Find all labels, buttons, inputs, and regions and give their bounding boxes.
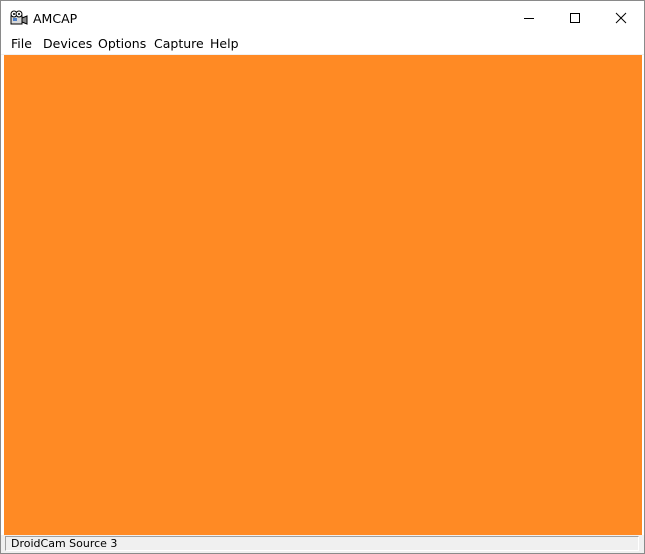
status-bar: DroidCam Source 3: [1, 535, 644, 553]
menu-devices[interactable]: Devices: [43, 36, 92, 52]
status-text: DroidCam Source 3: [11, 537, 118, 550]
video-camera-icon[interactable]: [10, 10, 28, 26]
menu-capture[interactable]: Capture: [154, 36, 204, 52]
minimize-icon: [524, 17, 534, 19]
video-preview[interactable]: [4, 55, 642, 535]
status-panel: DroidCam Source 3: [5, 536, 639, 551]
menu-help[interactable]: Help: [210, 36, 239, 52]
menu-options[interactable]: Options: [98, 36, 146, 52]
menu-file[interactable]: File: [11, 36, 32, 52]
maximize-icon: [570, 12, 580, 23]
amcap-window: AMCAP File Devices Options Capture Help …: [0, 0, 645, 554]
title-bar[interactable]: AMCAP: [1, 1, 644, 34]
maximize-button[interactable]: [552, 1, 598, 34]
close-button[interactable]: [598, 1, 644, 34]
menu-bar: File Devices Options Capture Help: [1, 34, 644, 55]
minimize-button[interactable]: [506, 1, 552, 34]
close-icon: [615, 12, 627, 23]
window-title: AMCAP: [33, 11, 78, 26]
